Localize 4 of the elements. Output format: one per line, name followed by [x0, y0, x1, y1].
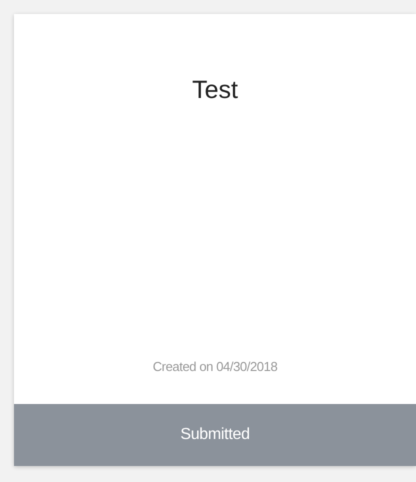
- created-date: Created on 04/30/2018: [152, 359, 278, 374]
- card-title: Test: [192, 76, 238, 105]
- card-background[interactable]: Test Created on 04/30/2018 Submitted: [14, 14, 416, 466]
- status-bar: Submitted: [14, 404, 416, 466]
